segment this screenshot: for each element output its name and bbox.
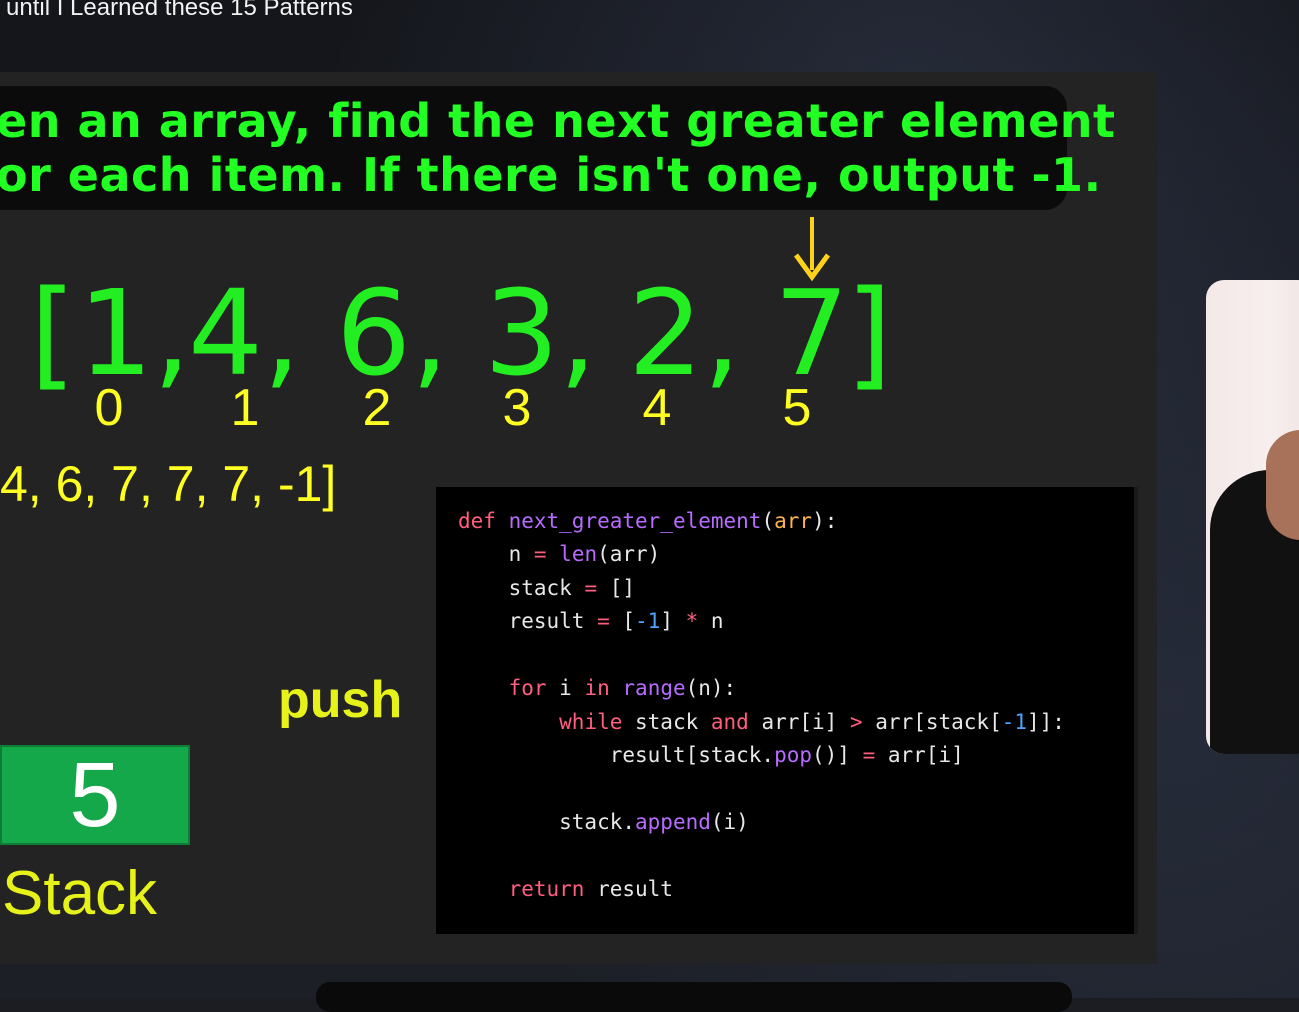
stack-top-cell: 5 [0, 744, 190, 846]
index-label-3: 3 [502, 379, 532, 437]
code-line-9: return result [508, 877, 673, 901]
code-line-2: n = len(arr) [458, 542, 661, 566]
array-open-bracket: [ [30, 264, 77, 402]
code-line-7: result[stack.pop()] = arr[i] [458, 743, 964, 767]
prompt-line-1: en an array, find the next greater eleme… [0, 94, 1116, 148]
code-line-5: for i in range(n): [508, 676, 737, 700]
result-array: 4, 6, 7, 7, 7, -1] [0, 456, 337, 512]
code-line-3: stack = [] [458, 576, 636, 600]
index-label-4: 4 [642, 379, 672, 437]
webcam-overlay [1206, 280, 1299, 754]
array-close-bracket: ] [846, 264, 893, 402]
presenter-face [1266, 430, 1299, 540]
index-label-0: 0 [94, 379, 124, 437]
index-label-1: 1 [230, 379, 260, 437]
code-line-8: stack.append(i) [458, 810, 749, 834]
stack-label: Stack [2, 859, 158, 928]
code-line-1: def next_greater_element(arr): [458, 509, 838, 533]
index-label-2: 2 [362, 379, 392, 437]
array-item-2: 6, [336, 264, 449, 402]
code-line-6: while stack and arr[i] > arr[stack[-1]]: [559, 710, 1065, 734]
index-label-5: 5 [782, 379, 812, 437]
array-item-3: 3, [484, 264, 597, 402]
code-line-4: result = [-1] * n [458, 609, 724, 633]
video-title: until I Learned these 15 Patterns [6, 0, 353, 21]
code-panel: def next_greater_element(arr): n = len(a… [436, 487, 1138, 934]
operation-label: push [278, 671, 403, 729]
prompt-line-2: or each item. If there isn't one, output… [0, 148, 1102, 202]
caption-bar [316, 982, 1072, 1012]
